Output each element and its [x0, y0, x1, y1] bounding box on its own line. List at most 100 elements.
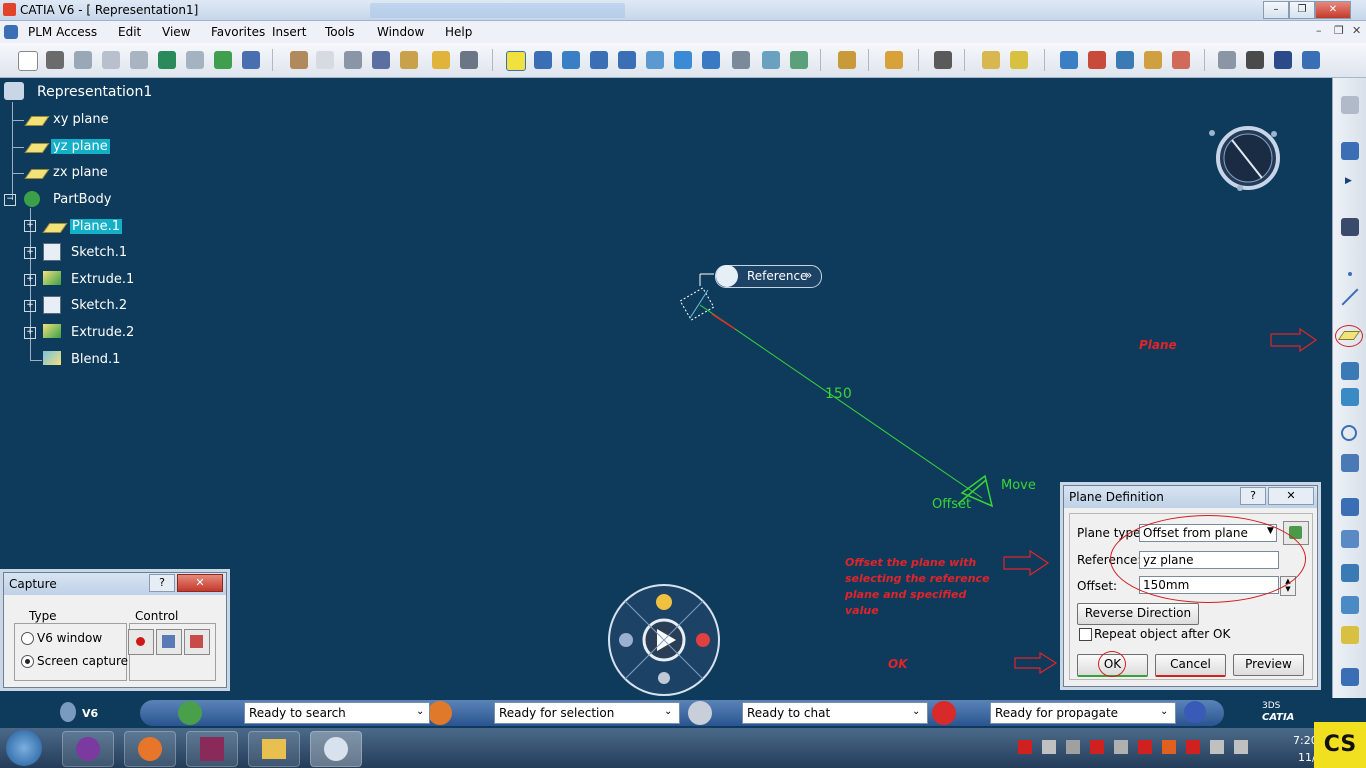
swap-visible-icon[interactable] [790, 51, 808, 69]
help-logo-icon[interactable] [1184, 701, 1206, 723]
circle-icon[interactable] [1341, 425, 1357, 441]
preview-button[interactable]: Preview [1233, 654, 1304, 676]
menu-window[interactable]: Window [377, 25, 424, 39]
blend-icon[interactable] [1341, 564, 1359, 582]
undo-icon[interactable] [158, 51, 176, 69]
move-handle-label[interactable]: Move [1001, 478, 1036, 493]
menu-view[interactable]: View [162, 25, 190, 39]
menu-help[interactable]: Help [445, 25, 472, 39]
capture-help-button[interactable]: ? [149, 574, 175, 592]
transform-icon[interactable] [1341, 668, 1359, 686]
hand-icon[interactable] [1246, 51, 1264, 69]
pattern-icon[interactable] [1341, 626, 1359, 644]
tray-icon[interactable] [1162, 740, 1176, 754]
print-icon[interactable] [46, 51, 64, 69]
search-logo-icon[interactable] [178, 701, 202, 725]
whats-this-icon[interactable] [242, 51, 260, 69]
padlock-icon[interactable] [432, 51, 450, 69]
curvature-icon[interactable] [1088, 51, 1106, 69]
shading-icon[interactable] [732, 51, 750, 69]
analysis-icon[interactable] [1060, 51, 1078, 69]
v6-window-radio[interactable] [21, 632, 34, 645]
chevron-down-icon[interactable]: ⌄ [912, 706, 920, 717]
menu-edit[interactable]: Edit [118, 25, 141, 39]
reference-tag[interactable]: Reference » [715, 265, 822, 288]
point-icon[interactable] [1348, 272, 1352, 276]
3d-icon[interactable] [619, 633, 633, 647]
copy-icon[interactable] [102, 51, 120, 69]
menu-favorites[interactable]: Favorites [211, 25, 265, 39]
taskbar-app-catia[interactable] [310, 731, 362, 767]
select-arrow-icon[interactable] [1341, 142, 1359, 160]
propagate-status-field[interactable]: Ready for propagate [990, 702, 1176, 724]
tray-icon[interactable] [1066, 740, 1080, 754]
offset-handle-label[interactable]: Offset [932, 497, 971, 512]
volume-icon[interactable] [1234, 740, 1248, 754]
tree-icon[interactable] [658, 672, 670, 684]
inner-close-button[interactable]: ✕ [1352, 24, 1361, 37]
expand-arrow-icon[interactable]: ▶ [1345, 176, 1352, 186]
porcupine-icon[interactable] [1144, 51, 1162, 69]
menu-tools[interactable]: Tools [325, 25, 355, 39]
sheet-icon[interactable] [1341, 96, 1359, 114]
taskbar-app-media[interactable] [62, 731, 114, 767]
chevron-down-icon[interactable]: ⌄ [664, 706, 672, 717]
tray-icon[interactable] [1042, 740, 1056, 754]
paste-icon[interactable] [130, 51, 148, 69]
line-icon[interactable] [1341, 288, 1359, 306]
spline-icon[interactable] [1341, 454, 1359, 472]
rotate-icon[interactable] [562, 51, 580, 69]
zoom-out-icon[interactable] [618, 51, 636, 69]
reference-tag-expand[interactable]: » [805, 268, 812, 282]
grid-icon[interactable] [1302, 51, 1320, 69]
propagate-logo-icon[interactable] [932, 701, 956, 725]
normal-view-icon[interactable] [646, 51, 664, 69]
selection-logo-icon[interactable] [428, 701, 452, 725]
menu-plm-access[interactable]: PLM Access [28, 25, 97, 39]
pan-icon[interactable] [534, 51, 552, 69]
draft-analysis-icon[interactable] [1116, 51, 1134, 69]
selection-status-field[interactable]: Ready for selection [494, 702, 680, 724]
lock-icon[interactable] [400, 51, 418, 69]
compass-handle[interactable] [1271, 131, 1277, 137]
hide-show-icon[interactable] [762, 51, 780, 69]
comment-icon[interactable] [344, 51, 362, 69]
revolve-surface-icon[interactable] [1341, 388, 1359, 406]
inner-restore-button[interactable]: ❐ [1334, 24, 1344, 37]
plane-help-button[interactable]: ? [1240, 487, 1266, 505]
minimize-button[interactable]: – [1263, 1, 1289, 19]
repeat-object-checkbox[interactable] [1079, 628, 1092, 641]
menu-insert[interactable]: Insert [272, 25, 306, 39]
refresh-icon[interactable] [1218, 51, 1236, 69]
compass-handle[interactable] [1209, 130, 1215, 136]
chevron-down-icon[interactable]: ⌄ [1160, 706, 1168, 717]
taskbar-app-firefox[interactable] [124, 731, 176, 767]
maximize-button[interactable]: ❐ [1289, 1, 1315, 19]
plane-close-button[interactable]: ✕ [1268, 487, 1314, 505]
layers-icon[interactable] [982, 51, 1000, 69]
axis-icon[interactable] [1274, 51, 1292, 69]
record-button[interactable] [128, 629, 154, 655]
fill-icon[interactable] [1341, 498, 1359, 516]
sketch-icon[interactable] [1341, 218, 1359, 236]
capture-options-button[interactable] [156, 629, 182, 655]
inner-minimize-button[interactable]: – [1316, 24, 1322, 37]
close-button[interactable]: ✕ [1315, 1, 1351, 19]
compass-handle[interactable] [1237, 185, 1243, 191]
extrude-surface-icon[interactable] [1341, 362, 1359, 380]
cancel-button[interactable]: Cancel [1155, 654, 1226, 677]
chat-status-field[interactable]: Ready to chat [742, 702, 928, 724]
tray-icon[interactable] [1138, 740, 1152, 754]
tray-icon[interactable] [1210, 740, 1224, 754]
reverse-direction-button[interactable]: Reverse Direction [1077, 603, 1199, 625]
start-button[interactable] [6, 730, 42, 766]
chevron-down-icon[interactable]: ⌄ [416, 706, 424, 717]
connect-checker-icon[interactable] [1172, 51, 1190, 69]
dimension-value[interactable]: 150 [825, 386, 852, 402]
redo-icon[interactable] [186, 51, 204, 69]
new-icon[interactable] [18, 51, 38, 71]
social-icon[interactable] [656, 594, 672, 610]
hammer-icon[interactable] [290, 51, 308, 69]
measure-icon[interactable] [885, 51, 903, 69]
structure-icon[interactable] [696, 633, 710, 647]
